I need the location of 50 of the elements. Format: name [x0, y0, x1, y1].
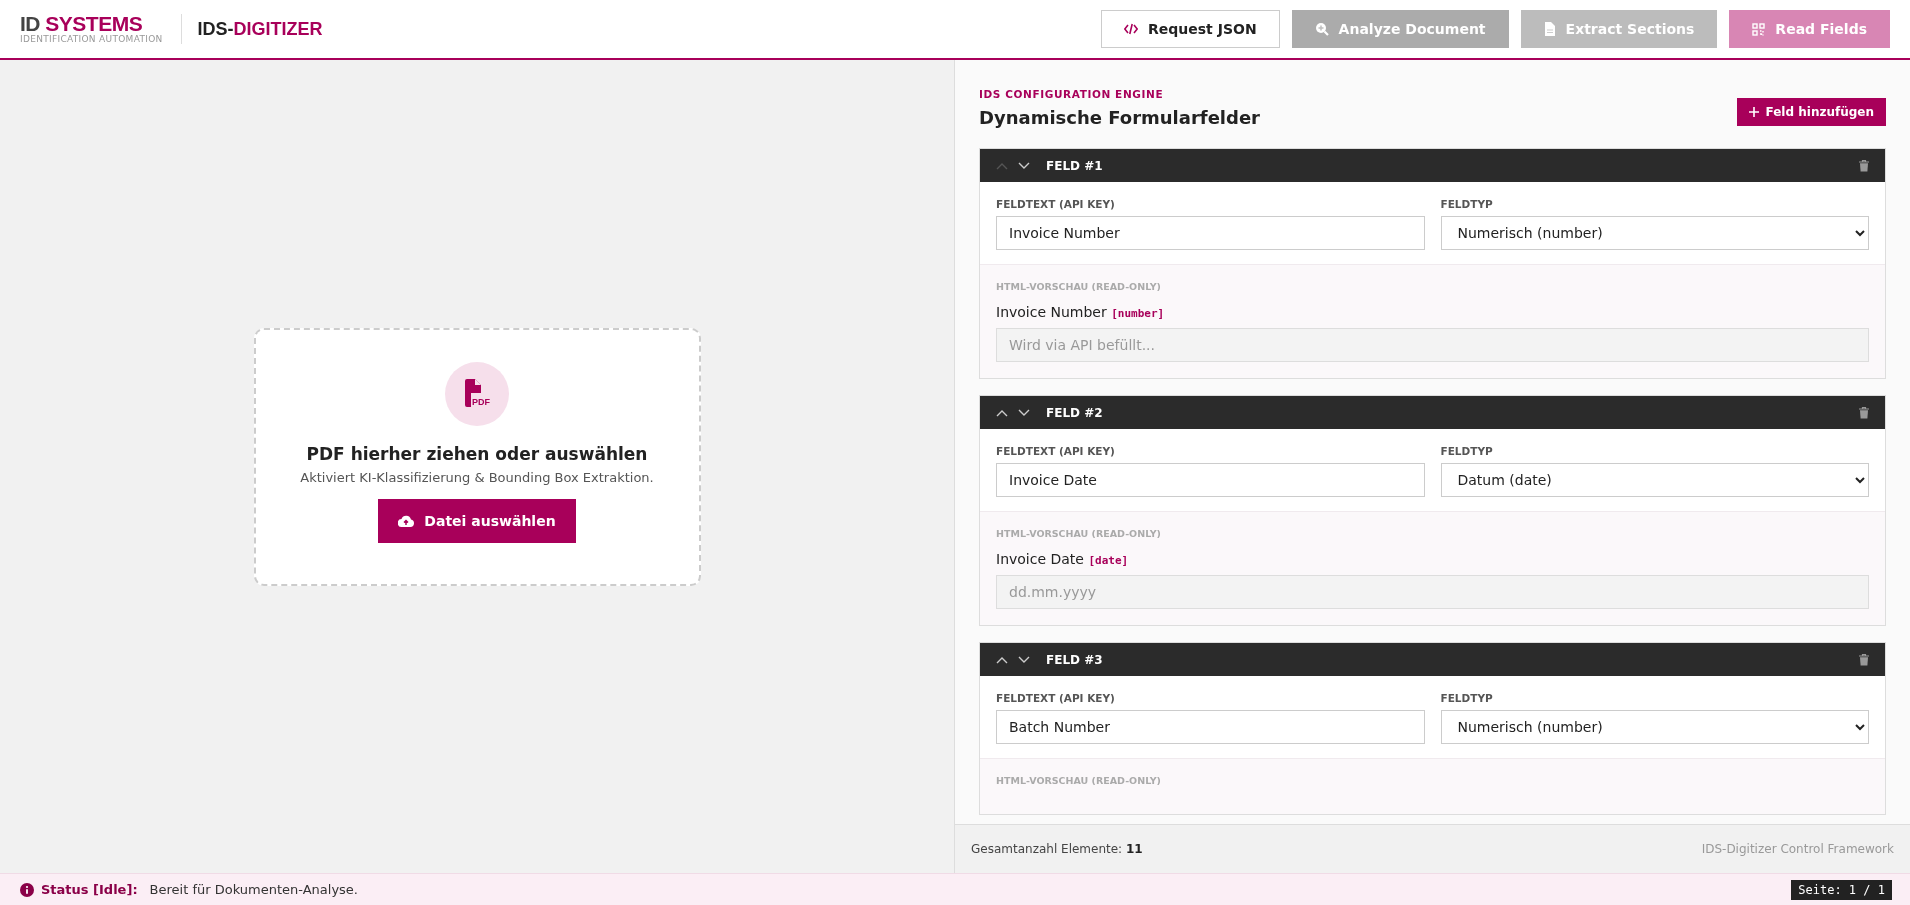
info-icon: [20, 882, 34, 897]
document-icon: [1543, 22, 1556, 36]
request-json-button[interactable]: Request JSON: [1101, 10, 1280, 48]
pdf-file-icon: PDF: [445, 361, 509, 426]
section-title: Dynamische Formularfelder: [979, 107, 1260, 128]
field-label: FELDTEXT (API KEY): [996, 198, 1116, 210]
app-title: IDS-DIGITIZER: [197, 18, 323, 40]
field-label: FELDTYP: [1440, 445, 1494, 457]
chevron-down-icon[interactable]: [1018, 655, 1030, 664]
status-label: Status [Idle]:: [41, 882, 138, 897]
upload-title: PDF hierher ziehen oder auswählen: [306, 443, 648, 464]
upload-drop-zone[interactable]: PDF PDF hierher ziehen oder auswählen Aktiviert KI-Klassifizierung & Bounding Box Extraktion. Datei auswählen: [253, 327, 701, 586]
element-count: Gesamtanzahl Elemente: 11: [971, 842, 1143, 856]
field-type-select[interactable]: Numerisch (number): [1440, 710, 1869, 744]
chevron-down-icon[interactable]: [1018, 408, 1030, 417]
field-type-select[interactable]: Numerisch (number): [1440, 216, 1869, 250]
api-key-field[interactable]: Batch Number: [996, 710, 1425, 744]
field-label: FELDTYP: [1440, 692, 1494, 704]
zoom-in-icon: [1314, 22, 1329, 36]
api-key-field[interactable]: Invoice Date: [996, 463, 1425, 497]
preview-heading: HTML-VORSCHAU (READ-ONLY): [996, 775, 1162, 786]
code-icon: [1124, 23, 1139, 35]
upload-hint: Aktiviert KI-Klassifizierung & Bounding Box Extraktion.: [300, 469, 654, 485]
preview-heading: HTML-VORSCHAU (READ-ONLY): [996, 528, 1162, 539]
cloud-upload-icon: [398, 514, 415, 527]
field-label: FELDTYP: [1440, 198, 1494, 210]
field-card-title: FELD #3: [1046, 652, 1103, 667]
trash-icon[interactable]: [1859, 406, 1869, 419]
trash-icon[interactable]: [1859, 159, 1869, 172]
trash-icon[interactable]: [1859, 653, 1869, 666]
field-label: FELDTEXT (API KEY): [996, 692, 1116, 704]
status-message: Bereit für Dokumenten-Analyse.: [149, 882, 358, 897]
framework-name: IDS-Digitizer Control Framework: [1701, 842, 1894, 856]
preview-heading: HTML-VORSCHAU (READ-ONLY): [996, 281, 1162, 292]
api-key-field[interactable]: Invoice Number: [996, 216, 1425, 250]
add-field-button[interactable]: Feld hinzufügen: [1736, 98, 1886, 126]
field-card-title: FELD #2: [1046, 405, 1103, 420]
brand-tagline: IDENTIFICATION AUTOMATION: [20, 34, 163, 44]
preview-label: Invoice Date [date]: [996, 551, 1130, 567]
field-card-title: FELD #1: [1046, 158, 1103, 173]
section-eyebrow: IDS CONFIGURATION ENGINE: [979, 88, 1165, 100]
plus-icon: [1748, 107, 1759, 117]
chevron-down-icon[interactable]: [1018, 161, 1030, 170]
preview-label: Invoice Number [number]: [996, 304, 1166, 320]
field-type-select[interactable]: Datum (date): [1440, 463, 1869, 497]
page-indicator: Seite: 1 / 1: [1791, 879, 1892, 900]
brand-logo: ID SYSTEMS: [20, 14, 144, 34]
choose-file-button[interactable]: Datei auswählen: [378, 498, 576, 543]
field-label: FELDTEXT (API KEY): [996, 445, 1116, 457]
qr-code-icon: [1752, 22, 1766, 36]
